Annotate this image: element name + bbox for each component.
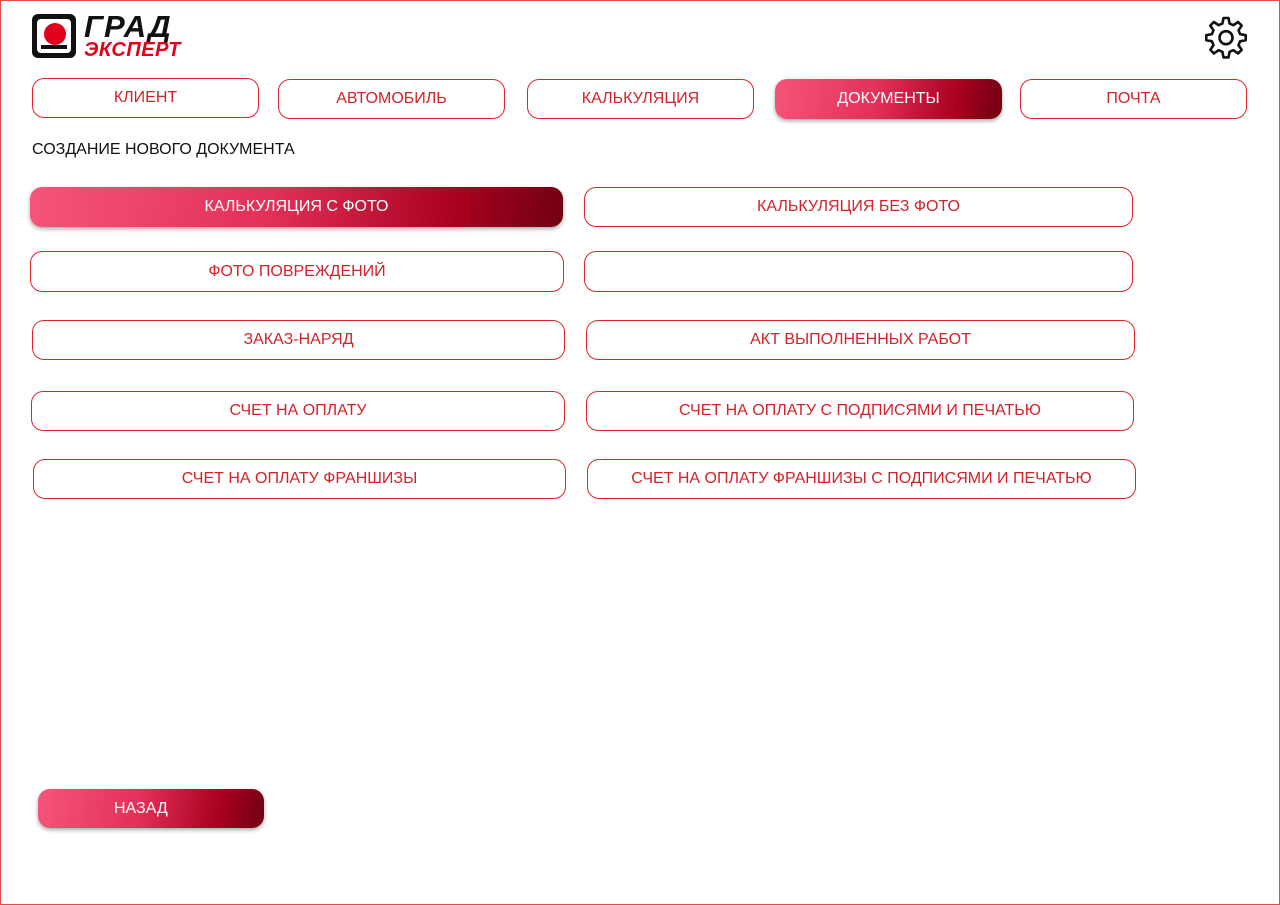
grad-expert-logo: ГРАД ЭКСПЕРТ (32, 9, 194, 61)
tab-client-label: КЛИЕНТ (113, 89, 178, 106)
app-frame (0, 0, 1280, 905)
doc-button-calc-without-photo[interactable]: КАЛЬКУЛЯЦИЯ БЕЗ ФОТО (584, 187, 1133, 227)
tab-mail[interactable]: ПОЧТА (1020, 79, 1247, 119)
doc-button-damage-photos[interactable]: ФОТО ПОВРЕЖДЕНИЙ (30, 251, 564, 292)
logo-mark-icon (32, 14, 76, 58)
doc-button-label: СЧЕТ НА ОПЛАТУ (229, 402, 367, 419)
doc-button-franchise-invoice-signed[interactable]: СЧЕТ НА ОПЛАТУ ФРАНШИЗЫ С ПОДПИСЯМИ И ПЕ… (587, 459, 1136, 499)
logo-text-line2: ЭКСПЕРТ (84, 39, 181, 61)
tab-car[interactable]: АВТОМОБИЛЬ (278, 79, 505, 119)
tab-mail-label: ПОЧТА (1106, 90, 1161, 107)
doc-button-empty[interactable] (584, 251, 1133, 292)
tab-calculation-label: КАЛЬКУЛЯЦИЯ (581, 90, 700, 107)
doc-button-calc-with-photo[interactable]: КАЛЬКУЛЯЦИЯ С ФОТО (30, 187, 563, 227)
doc-button-completion-act[interactable]: АКТ ВЫПОЛНЕННЫХ РАБОТ (586, 320, 1135, 360)
doc-button-label: КАЛЬКУЛЯЦИЯ С ФОТО (204, 198, 389, 215)
doc-button-label: АКТ ВЫПОЛНЕННЫХ РАБОТ (750, 331, 971, 348)
doc-button-invoice[interactable]: СЧЕТ НА ОПЛАТУ (31, 391, 565, 431)
doc-button-label: КАЛЬКУЛЯЦИЯ БЕЗ ФОТО (757, 198, 960, 215)
doc-button-label: СЧЕТ НА ОПЛАТУ С ПОДПИСЯМИ И ПЕЧАТЬЮ (679, 402, 1041, 419)
tab-documents-label: ДОКУМЕНТЫ (837, 90, 940, 107)
back-button[interactable]: НАЗАД (38, 789, 264, 828)
tab-car-label: АВТОМОБИЛЬ (336, 90, 447, 107)
logo-text-line1: ГРАД (84, 9, 172, 44)
gear-icon[interactable] (1203, 15, 1249, 61)
tab-calculation[interactable]: КАЛЬКУЛЯЦИЯ (527, 79, 754, 119)
doc-button-label: СЧЕТ НА ОПЛАТУ ФРАНШИЗЫ С ПОДПИСЯМИ И ПЕ… (631, 470, 1092, 487)
doc-button-franchise-invoice[interactable]: СЧЕТ НА ОПЛАТУ ФРАНШИЗЫ (33, 459, 566, 499)
back-button-label: НАЗАД (114, 799, 168, 817)
doc-button-work-order[interactable]: ЗАКАЗ-НАРЯД (32, 320, 565, 360)
doc-button-label: ФОТО ПОВРЕЖДЕНИЙ (208, 262, 386, 280)
section-title: СОЗДАНИЕ НОВОГО ДОКУМЕНТА (32, 141, 295, 158)
doc-button-invoice-signed[interactable]: СЧЕТ НА ОПЛАТУ С ПОДПИСЯМИ И ПЕЧАТЬЮ (586, 391, 1134, 431)
doc-button-label: СЧЕТ НА ОПЛАТУ ФРАНШИЗЫ (181, 470, 418, 487)
tab-client[interactable]: КЛИЕНТ (32, 78, 259, 118)
tab-documents[interactable]: ДОКУМЕНТЫ (775, 79, 1002, 119)
doc-button-label: ЗАКАЗ-НАРЯД (243, 331, 354, 348)
